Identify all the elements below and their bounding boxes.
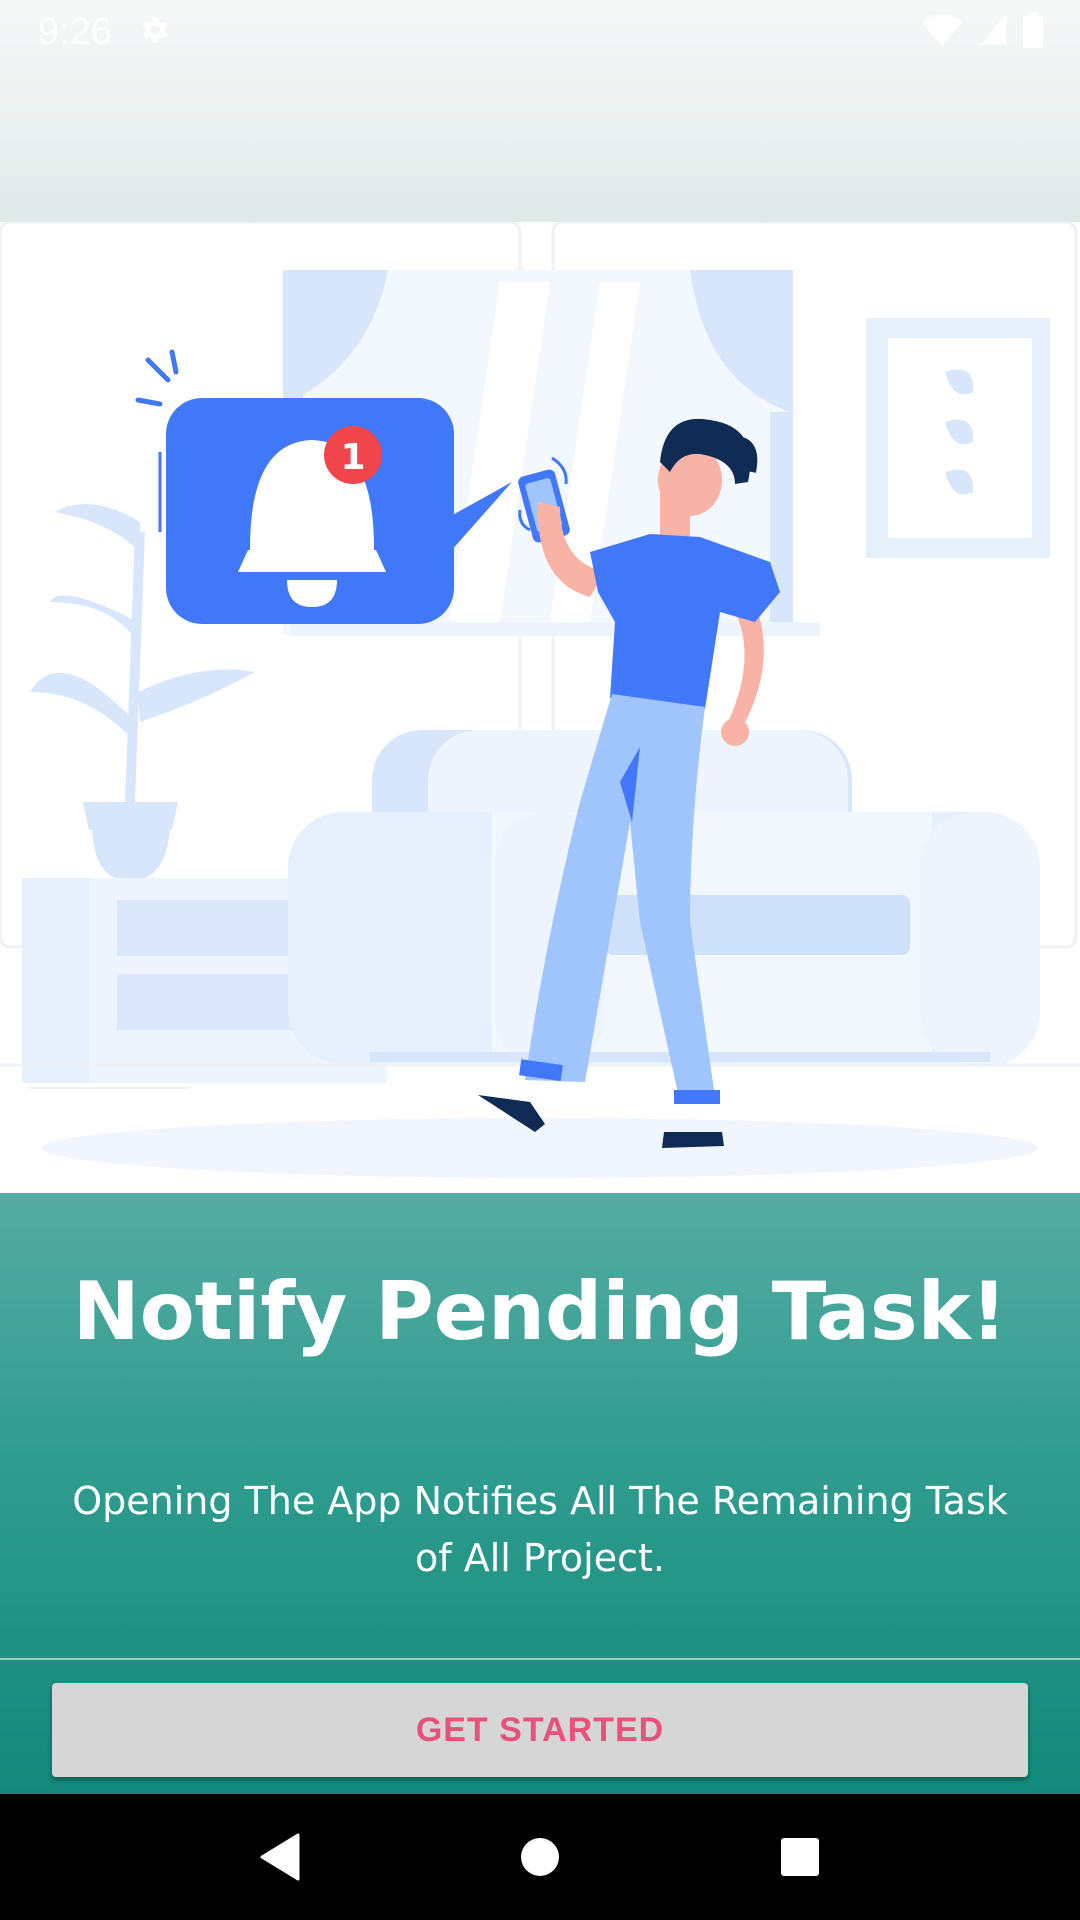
system-navigation-bar (0, 1794, 1080, 1920)
home-circle-icon[interactable] (495, 1812, 585, 1902)
get-started-button[interactable]: GET STARTED (52, 1683, 1028, 1777)
back-triangle-icon[interactable] (235, 1812, 325, 1902)
onboarding-content-panel: Notify Pending Task! Opening The App Not… (0, 1193, 1080, 1794)
onboarding-description: Opening The App Notifies All The Remaini… (72, 1479, 1008, 1580)
settings-gear-icon (138, 13, 172, 51)
battery-icon (1022, 12, 1044, 52)
divider (0, 1658, 1080, 1660)
cell-signal-icon (978, 13, 1008, 51)
status-bar: 9:26 (0, 0, 1080, 64)
recents-square-icon[interactable] (755, 1812, 845, 1902)
notification-badge-count: 1 (340, 437, 365, 478)
status-time: 9:26 (38, 10, 112, 53)
wifi-icon (920, 12, 964, 52)
page-title: Notify Pending Task! (72, 1265, 1008, 1358)
onboarding-illustration: 1 (0, 220, 1080, 1194)
